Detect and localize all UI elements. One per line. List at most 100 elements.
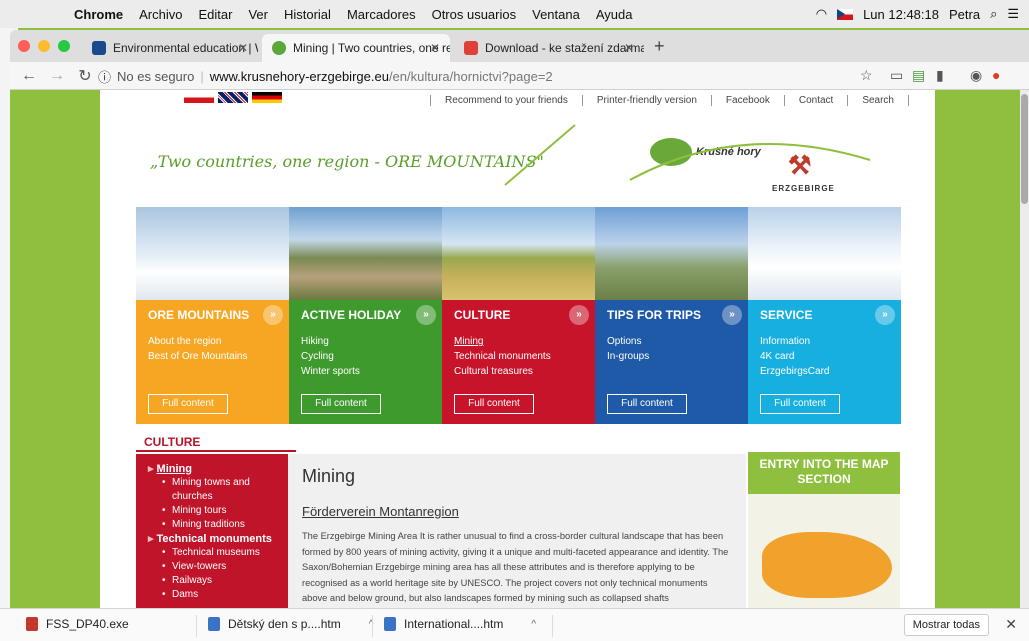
chevron-right-icon[interactable]: » (569, 305, 589, 325)
extension-new-icon[interactable]: ▤ (912, 67, 925, 84)
nav-heading[interactable]: TIPS FOR TRIPS » (595, 300, 748, 328)
sidebar-item[interactable]: View-towers (148, 560, 288, 574)
menu-app[interactable]: Chrome (74, 7, 123, 22)
info-icon[interactable]: ⓘ (98, 67, 111, 86)
close-tab-icon[interactable]: ✕ (624, 41, 634, 55)
erzgebirge-logo[interactable]: ERZGEBIRGE (772, 184, 835, 193)
sidebar-item[interactable]: Mining (148, 462, 288, 476)
nav-heading[interactable]: SERVICE » (748, 300, 901, 328)
flag-de-icon[interactable] (252, 92, 282, 103)
user-name[interactable]: Petra (949, 7, 980, 22)
nav-link[interactable]: Information (760, 334, 889, 349)
input-flag-icon[interactable] (837, 8, 854, 20)
printer-link[interactable]: Printer-friendly version (581, 95, 711, 106)
opera-icon[interactable]: ● (992, 67, 1000, 83)
menu-archivo[interactable]: Archivo (139, 7, 182, 22)
sidebar-item[interactable]: Dams (148, 588, 288, 602)
menu-otros-usuarios[interactable]: Otros usuarios (432, 7, 517, 22)
chevron-right-icon[interactable]: » (722, 305, 742, 325)
sidebar-item[interactable]: Technical monuments (148, 532, 288, 546)
map-image[interactable] (762, 532, 892, 598)
download-item[interactable]: Dětský den s p....htm ^ (208, 617, 373, 631)
tab-download[interactable]: Download - ke stažení zdarma ✕ (454, 34, 644, 62)
new-tab-icon[interactable]: + (654, 36, 665, 57)
full-content-button[interactable]: Full content (760, 394, 840, 414)
map-entry-box[interactable]: ENTRY INTO THE MAP SECTION (748, 452, 900, 608)
flag-uk-icon[interactable] (218, 92, 248, 103)
close-tab-icon[interactable]: ✕ (238, 41, 248, 55)
chevron-right-icon[interactable]: » (416, 305, 436, 325)
full-content-button[interactable]: Full content (607, 394, 687, 414)
omnibox[interactable]: ⓘ No es seguro | www.krusnehory-erzgebir… (98, 65, 898, 87)
nav-link[interactable]: Cycling (301, 349, 430, 364)
chevron-right-icon[interactable]: » (263, 305, 283, 325)
nav-photo[interactable] (136, 207, 289, 300)
nav-link[interactable]: About the region (148, 334, 277, 349)
nav-link[interactable]: Options (607, 334, 736, 349)
menu-ayuda[interactable]: Ayuda (596, 7, 633, 22)
menu-marcadores[interactable]: Marcadores (347, 7, 416, 22)
nav-heading[interactable]: ORE MOUNTAINS » (136, 300, 289, 328)
show-all-button[interactable]: Mostrar todas (903, 614, 989, 636)
sidebar-item[interactable]: Technical museums (148, 546, 288, 560)
nav-link[interactable]: Technical monuments (454, 349, 583, 364)
sidebar-item[interactable]: Mining towns and (148, 476, 288, 490)
list-icon[interactable]: ☰ (1007, 6, 1019, 22)
close-window-icon[interactable] (18, 40, 30, 52)
map-entry-title[interactable]: ENTRY INTO THE MAP SECTION (748, 452, 900, 494)
menu-historial[interactable]: Historial (284, 7, 331, 22)
search-link[interactable]: Search (847, 95, 909, 106)
menu-ventana[interactable]: Ventana (532, 7, 580, 22)
full-content-button[interactable]: Full content (301, 394, 381, 414)
wifi-icon[interactable]: ◠ (816, 6, 827, 22)
reload-icon[interactable]: ↻ (76, 66, 94, 86)
close-tab-icon[interactable]: ✕ (430, 41, 440, 55)
cast-icon[interactable]: ▭ (890, 67, 903, 84)
nav-photo[interactable] (289, 207, 442, 300)
bookmark-star-icon[interactable]: ☆ (860, 67, 873, 84)
nav-link[interactable]: In-groups (607, 349, 736, 364)
full-content-button[interactable]: Full content (454, 394, 534, 414)
full-content-button[interactable]: Full content (148, 394, 228, 414)
nav-photo[interactable] (748, 207, 901, 300)
sidebar-item[interactable]: churches (148, 490, 288, 504)
nav-photo[interactable] (595, 207, 748, 300)
download-item[interactable]: International....htm ^ (384, 617, 536, 631)
sidebar-item[interactable]: Mining traditions (148, 518, 288, 532)
article-link[interactable]: Förderverein Montanregion (302, 504, 732, 519)
chevron-up-icon[interactable]: ^ (531, 619, 536, 630)
menu-editar[interactable]: Editar (198, 7, 232, 22)
nav-link[interactable]: Mining (454, 334, 583, 349)
nav-link[interactable]: Hiking (301, 334, 430, 349)
forward-icon[interactable]: → (48, 67, 66, 85)
chevron-right-icon[interactable]: » (875, 305, 895, 325)
nav-heading[interactable]: CULTURE » (442, 300, 595, 328)
contact-link[interactable]: Contact (783, 95, 847, 106)
back-icon[interactable]: ← (20, 67, 38, 85)
tab-mining[interactable]: Mining | Two countries, one re ✕ (262, 34, 450, 62)
nav-link[interactable]: Cultural treasures (454, 364, 583, 379)
menu-ver[interactable]: Ver (248, 7, 268, 22)
tab-environmental-education[interactable]: Environmental education | Wad ✕ (82, 34, 258, 62)
scrollbar-thumb[interactable] (1021, 94, 1028, 204)
scrollbar[interactable] (1020, 90, 1029, 608)
sidebar-item[interactable]: Mining tours (148, 504, 288, 518)
search-icon[interactable]: ⌕ (990, 6, 997, 22)
close-downloads-icon[interactable]: ✕ (1005, 616, 1017, 633)
sidebar-item[interactable]: Railways (148, 574, 288, 588)
maximize-window-icon[interactable] (58, 40, 70, 52)
nav-heading[interactable]: ACTIVE HOLIDAY » (289, 300, 442, 328)
nav-link[interactable]: Winter sports (301, 364, 430, 379)
nav-link[interactable]: 4K card (760, 349, 889, 364)
recommend-link[interactable]: Recommend to your friends (430, 95, 582, 106)
flag-cz-icon[interactable] (184, 92, 214, 103)
nav-link[interactable]: Best of Ore Mountains (148, 349, 277, 364)
extension-icon[interactable]: ▮ (936, 67, 944, 84)
facebook-link[interactable]: Facebook (710, 95, 784, 106)
download-item[interactable]: FSS_DP40.exe ^ (26, 617, 213, 631)
nav-photo[interactable] (442, 207, 595, 300)
profile-icon[interactable]: ◉ (970, 67, 982, 84)
clock[interactable]: Lun 12:48:18 (863, 7, 939, 22)
minimize-window-icon[interactable] (38, 40, 50, 52)
nav-link[interactable]: ErzgebirgsCard (760, 364, 889, 379)
